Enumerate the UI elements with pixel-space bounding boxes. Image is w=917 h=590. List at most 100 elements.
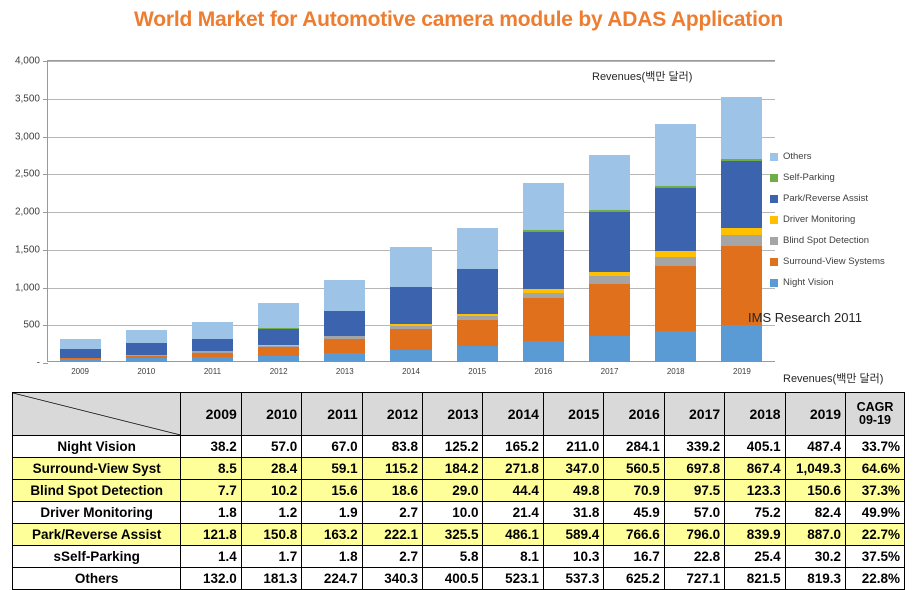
table-cell-value: 339.2 — [664, 436, 724, 458]
bar-segment[interactable] — [721, 235, 762, 246]
bar-group[interactable]: 2009 — [47, 60, 113, 362]
bar-segment[interactable] — [258, 329, 299, 346]
table-cell-value: 97.5 — [664, 480, 724, 502]
bar-segment[interactable] — [324, 311, 365, 336]
bar-segment[interactable] — [390, 287, 431, 324]
bar-segment[interactable] — [589, 276, 630, 283]
bar-group[interactable]: 2015 — [444, 60, 510, 362]
stacked-bar[interactable] — [324, 280, 365, 362]
bar-group[interactable]: 2017 — [576, 60, 642, 362]
bar-segment[interactable] — [60, 339, 101, 349]
legend-item[interactable]: Others — [770, 146, 915, 167]
bar-segment[interactable] — [655, 266, 696, 331]
stacked-bar[interactable] — [192, 322, 233, 362]
stacked-bar[interactable] — [60, 339, 101, 362]
table-column-header-2016[interactable]: 2016 — [604, 393, 664, 436]
table-column-header-2015[interactable]: 2015 — [543, 393, 603, 436]
bar-segment[interactable] — [324, 353, 365, 362]
bar-segment[interactable] — [324, 280, 365, 310]
bar-group[interactable]: 2014 — [378, 60, 444, 362]
bar-segment[interactable] — [192, 357, 233, 362]
bar-segment[interactable] — [192, 322, 233, 339]
table-column-header-2010[interactable]: 2010 — [241, 393, 301, 436]
table-column-header-2018[interactable]: 2018 — [725, 393, 785, 436]
legend-item[interactable]: Blind Spot Detection — [770, 230, 915, 251]
table-header-row: 2009201020112012201320142015201620172018… — [13, 393, 905, 436]
bar-segment[interactable] — [523, 232, 564, 290]
bar-group[interactable]: 2012 — [246, 60, 312, 362]
stacked-bar[interactable] — [589, 155, 630, 362]
bar-segment[interactable] — [258, 356, 299, 362]
bar-segment[interactable] — [60, 359, 101, 362]
table-cell-cagr: 22.7% — [846, 524, 905, 546]
bar-segment[interactable] — [126, 330, 167, 344]
bar-segment[interactable] — [589, 336, 630, 362]
bar-group[interactable]: 2018 — [643, 60, 709, 362]
stacked-bar[interactable] — [457, 228, 498, 362]
table-row[interactable]: Night Vision38.257.067.083.8125.2165.221… — [13, 436, 905, 458]
bar-segment[interactable] — [457, 346, 498, 362]
table-row[interactable]: Others132.0181.3224.7340.3400.5523.1537.… — [13, 568, 905, 590]
bar-segment[interactable] — [457, 269, 498, 313]
bar-segment[interactable] — [457, 320, 498, 346]
table-cell-value: 1.7 — [241, 546, 301, 568]
bar-segment[interactable] — [390, 329, 431, 350]
bar-segment[interactable] — [589, 212, 630, 272]
table-row[interactable]: Park/Reverse Assist121.8150.8163.2222.13… — [13, 524, 905, 546]
table-row[interactable]: sSelf-Parking1.41.71.82.75.88.110.316.72… — [13, 546, 905, 568]
bar-group[interactable]: 2011 — [179, 60, 245, 362]
bar-segment[interactable] — [126, 358, 167, 362]
table-row[interactable]: Surround-View Syst8.528.459.1115.2184.22… — [13, 458, 905, 480]
bar-segment[interactable] — [258, 347, 299, 356]
bar-segment[interactable] — [589, 155, 630, 210]
bar-segment[interactable] — [655, 331, 696, 362]
legend-item[interactable]: Park/Reverse Assist — [770, 188, 915, 209]
stacked-bar[interactable] — [655, 124, 696, 362]
legend-item[interactable]: Self-Parking — [770, 167, 915, 188]
table-column-header-2017[interactable]: 2017 — [664, 393, 724, 436]
bar-segment[interactable] — [126, 343, 167, 354]
table-row[interactable]: Driver Monitoring1.81.21.92.710.021.431.… — [13, 502, 905, 524]
bar-segment[interactable] — [523, 183, 564, 230]
legend-item[interactable]: Surround-View Systems — [770, 251, 915, 272]
legend-item[interactable]: Night Vision — [770, 272, 915, 293]
bar-group[interactable]: 2013 — [312, 60, 378, 362]
bar-segment[interactable] — [192, 339, 233, 351]
bar-segment[interactable] — [721, 325, 762, 362]
table-cell-value: 8.5 — [181, 458, 241, 480]
bar-segment[interactable] — [523, 298, 564, 340]
bar-segment[interactable] — [523, 341, 564, 362]
table-column-header-2011[interactable]: 2011 — [302, 393, 362, 436]
table-cell-value: 727.1 — [664, 568, 724, 590]
bar-segment[interactable] — [655, 124, 696, 186]
bar-segment[interactable] — [390, 350, 431, 362]
stacked-bar[interactable] — [126, 330, 167, 362]
bar-group[interactable]: 2016 — [510, 60, 576, 362]
bar-segment[interactable] — [390, 247, 431, 286]
stacked-bar[interactable] — [523, 183, 564, 362]
stacked-bar[interactable] — [258, 303, 299, 362]
bar-segment[interactable] — [721, 161, 762, 228]
bar-segment[interactable] — [721, 97, 762, 159]
legend-swatch-icon — [770, 237, 778, 245]
bar-segment[interactable] — [258, 303, 299, 329]
legend-item[interactable]: Driver Monitoring — [770, 209, 915, 230]
table-cell-value: 59.1 — [302, 458, 362, 480]
table-column-header-cagr[interactable]: CAGR09-19 — [846, 393, 905, 436]
bar-segment[interactable] — [324, 339, 365, 353]
table-cell-cagr: 33.7% — [846, 436, 905, 458]
bar-segment[interactable] — [457, 228, 498, 269]
bar-segment[interactable] — [655, 257, 696, 266]
table-cell-value: 537.3 — [543, 568, 603, 590]
stacked-bar[interactable] — [390, 247, 431, 362]
table-column-header-2012[interactable]: 2012 — [362, 393, 422, 436]
table-column-header-2009[interactable]: 2009 — [181, 393, 241, 436]
bar-group[interactable]: 2010 — [113, 60, 179, 362]
table-column-header-2013[interactable]: 2013 — [423, 393, 483, 436]
bar-segment[interactable] — [60, 349, 101, 358]
table-row[interactable]: Blind Spot Detection7.710.215.618.629.04… — [13, 480, 905, 502]
table-column-header-2014[interactable]: 2014 — [483, 393, 543, 436]
table-column-header-2019[interactable]: 2019 — [785, 393, 845, 436]
bar-segment[interactable] — [655, 188, 696, 251]
bar-segment[interactable] — [589, 284, 630, 337]
